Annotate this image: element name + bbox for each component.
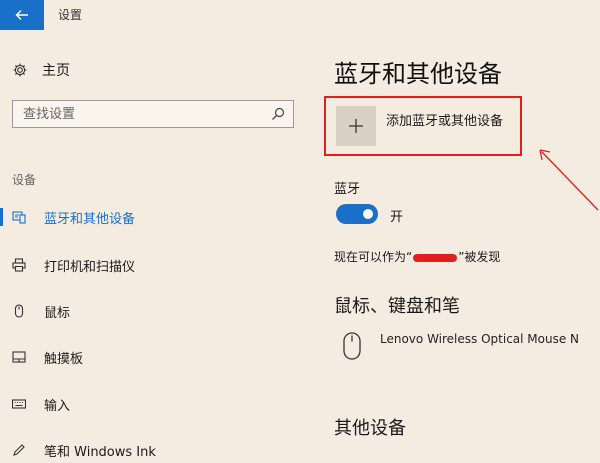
page-title: 蓝牙和其他设备	[334, 60, 502, 88]
sidebar: 主页 设备 蓝牙和其他设备 打印机和扫描仪 鼠标	[0, 30, 310, 460]
touchpad-icon	[12, 351, 26, 363]
bluetooth-label: 蓝牙	[334, 182, 361, 197]
sidebar-item-label: 输入	[44, 398, 71, 414]
discoverable-text: 现在可以作为“ ”被发现	[334, 248, 500, 265]
sidebar-item-printers[interactable]: 打印机和扫描仪	[0, 252, 310, 278]
gear-icon	[13, 63, 27, 77]
device-item-mouse[interactable]: Lenovo Wireless Optical Mouse N	[334, 326, 600, 366]
other-devices-section-title: 其他设备	[334, 418, 406, 439]
discover-prefix: 现在可以作为“	[334, 250, 413, 264]
toggle-knob	[363, 209, 373, 219]
back-button[interactable]	[0, 0, 44, 30]
sidebar-item-bluetooth[interactable]: 蓝牙和其他设备	[0, 204, 310, 230]
sidebar-item-label: 打印机和扫描仪	[44, 259, 136, 275]
add-device-button[interactable]	[336, 106, 376, 146]
device-name: Lenovo Wireless Optical Mouse N	[380, 332, 580, 346]
redaction-mark	[413, 253, 458, 262]
annotation-arrow	[539, 149, 599, 211]
sidebar-item-label: 笔和 Windows Ink	[44, 444, 156, 460]
discover-suffix: ”被发现	[458, 250, 501, 264]
bluetooth-devices-icon	[12, 211, 26, 224]
section-label-devices: 设备	[12, 173, 37, 187]
search-box[interactable]	[12, 100, 294, 128]
pen-icon	[13, 444, 25, 456]
mouse-icon	[343, 332, 361, 360]
sidebar-item-pen[interactable]: 笔和 Windows Ink	[0, 437, 310, 463]
keyboard-icon	[12, 399, 26, 409]
printer-icon	[12, 258, 26, 272]
sidebar-item-label: 鼠标	[44, 305, 71, 321]
add-device-label[interactable]: 添加蓝牙或其他设备	[386, 110, 503, 129]
back-arrow-icon	[15, 10, 28, 20]
sidebar-home-label: 主页	[42, 63, 70, 79]
sidebar-item-mouse[interactable]: 鼠标	[0, 298, 310, 324]
search-input[interactable]	[23, 101, 263, 127]
sidebar-item-touchpad[interactable]: 触摸板	[0, 344, 310, 370]
bluetooth-state: 开	[390, 210, 404, 225]
sidebar-item-typing[interactable]: 输入	[0, 391, 310, 417]
sidebar-item-label: 蓝牙和其他设备	[44, 211, 136, 227]
search-icon[interactable]	[271, 107, 285, 121]
active-indicator	[0, 208, 3, 226]
title-bar: 设置	[0, 0, 600, 30]
plus-icon	[349, 119, 363, 133]
mouse-keyboard-pen-section-title: 鼠标、键盘和笔	[334, 296, 460, 317]
mouse-icon	[14, 304, 24, 318]
bluetooth-toggle[interactable]	[336, 204, 378, 224]
sidebar-item-label: 触摸板	[44, 351, 84, 367]
sidebar-item-home[interactable]: 主页	[12, 60, 70, 80]
add-device-highlight: 添加蓝牙或其他设备	[324, 96, 522, 156]
main-content: 蓝牙和其他设备 添加蓝牙或其他设备 蓝牙 开 现在可以作为“ ”被发现 鼠标、键盘…	[318, 30, 600, 450]
window-title: 设置	[58, 8, 83, 22]
